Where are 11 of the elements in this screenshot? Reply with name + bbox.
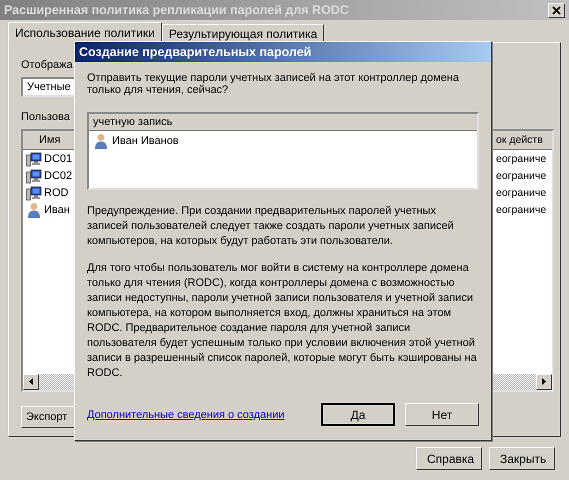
- table-cell: еограниче: [496, 170, 546, 182]
- info-text: Для того чтобы пользователь мог войти в систему на контроллере домена только для чтения (RODC), когда контроллеры домена с возможностью записи недоступны, пароли учетной записи пользователя и учетной записи компьютера, на котором выполняется вход, должны храниться на этом RODC. Предварительное создание пароля для учетной записи пользователя будет успешным только при условии включения этой учетной записи в разрешенный список паролей, которые могут быть кэшированы на RODC.: [87, 261, 478, 381]
- users-label: Пользова: [21, 111, 70, 123]
- table-cell: еограниче: [496, 204, 546, 216]
- window-title: Расширенная политика репликации паролей для RODC: [4, 3, 349, 17]
- table-cell: еограниче: [496, 186, 546, 198]
- dialog-title: Создание предварительных паролей: [75, 42, 491, 62]
- table-cell: еограниче: [496, 152, 546, 164]
- warning-text: Предупреждение. При создании предварительных паролей учетных записей пользователей следует также создать пароли учетных записей компьютеров, на которых будут работать эти пользователи.: [87, 204, 455, 249]
- question-text: Отправить текущие пароли учетных записей на этот контроллер домена только для чтения, сейчас?: [87, 72, 460, 96]
- display-label: Отобража: [21, 59, 73, 71]
